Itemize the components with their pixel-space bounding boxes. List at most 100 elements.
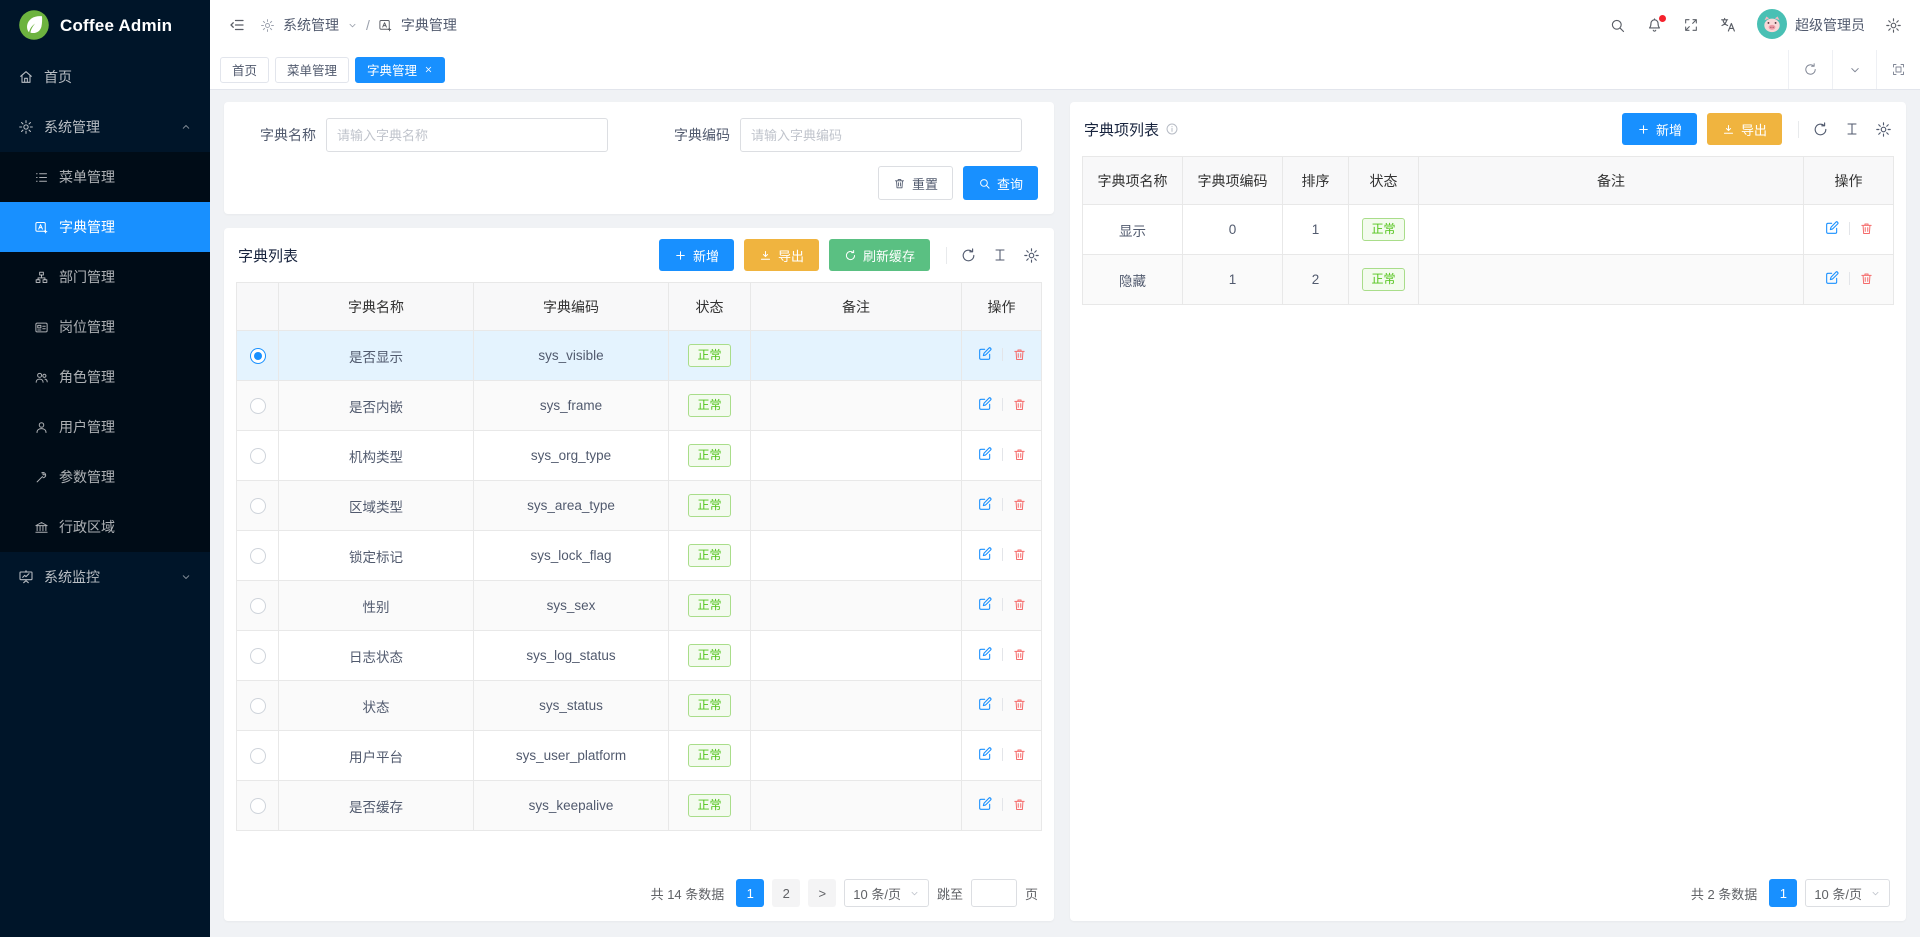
row-height-icon[interactable] bbox=[992, 247, 1008, 263]
menu-fold-icon[interactable] bbox=[228, 16, 246, 34]
sidebar-item-home[interactable]: 首页 bbox=[0, 52, 210, 102]
tab-dict-mgmt[interactable]: 字典管理 bbox=[355, 57, 445, 83]
row-radio[interactable] bbox=[250, 448, 266, 464]
page-size-select[interactable]: 10 条/页 bbox=[844, 879, 929, 907]
table-row[interactable]: 隐藏 1 2 正常 bbox=[1083, 255, 1894, 305]
edit-icon[interactable] bbox=[977, 696, 993, 712]
delete-icon[interactable] bbox=[1012, 597, 1027, 612]
brand[interactable]: Coffee Admin bbox=[0, 0, 210, 52]
delete-icon[interactable] bbox=[1012, 797, 1027, 812]
export-dict-button[interactable]: 导出 bbox=[744, 239, 819, 271]
sidebar-item-role-mgmt[interactable]: 角色管理 bbox=[0, 352, 210, 402]
jump-page-input[interactable] bbox=[971, 879, 1017, 907]
refresh-tabs-icon[interactable] bbox=[1788, 50, 1832, 89]
tab-options-chevron-icon[interactable] bbox=[1832, 50, 1876, 89]
sidebar-item-menu-mgmt[interactable]: 菜单管理 bbox=[0, 152, 210, 202]
table-row[interactable]: 机构类型 sys_org_type 正常 bbox=[237, 431, 1042, 481]
maximize-content-icon[interactable] bbox=[1876, 50, 1920, 89]
page-button-1[interactable]: 1 bbox=[1769, 879, 1797, 907]
dict-name-input[interactable] bbox=[326, 118, 608, 152]
edit-icon[interactable] bbox=[977, 646, 993, 662]
sidebar-item-system-monitor[interactable]: 系统监控 bbox=[0, 552, 210, 602]
page-button-2[interactable]: 2 bbox=[772, 879, 800, 907]
user-menu[interactable]: 超级管理员 bbox=[1757, 9, 1865, 42]
table-row[interactable]: 用户平台 sys_user_platform 正常 bbox=[237, 731, 1042, 781]
export-dict-item-button[interactable]: 导出 bbox=[1707, 113, 1782, 145]
sidebar-item-admin-region[interactable]: 行政区域 bbox=[0, 502, 210, 552]
sidebar-item-user-mgmt[interactable]: 用户管理 bbox=[0, 402, 210, 452]
sidebar-item-label: 角色管理 bbox=[59, 367, 115, 387]
delete-icon[interactable] bbox=[1012, 497, 1027, 512]
next-page-button[interactable]: > bbox=[808, 879, 836, 907]
row-radio[interactable] bbox=[250, 748, 266, 764]
query-button[interactable]: 查询 bbox=[963, 166, 1038, 200]
column-settings-gear-icon[interactable] bbox=[1875, 121, 1892, 138]
delete-icon[interactable] bbox=[1012, 447, 1027, 462]
delete-icon[interactable] bbox=[1859, 271, 1874, 286]
table-row[interactable]: 日志状态 sys_log_status 正常 bbox=[237, 631, 1042, 681]
sidebar-item-dict-mgmt[interactable]: 字典管理 bbox=[0, 202, 210, 252]
delete-icon[interactable] bbox=[1012, 647, 1027, 662]
table-row[interactable]: 是否内嵌 sys_frame 正常 bbox=[237, 381, 1042, 431]
row-radio[interactable] bbox=[250, 798, 266, 814]
row-radio[interactable] bbox=[250, 348, 266, 364]
table-row[interactable]: 区域类型 sys_area_type 正常 bbox=[237, 481, 1042, 531]
sidebar-item-post-mgmt[interactable]: 岗位管理 bbox=[0, 302, 210, 352]
row-radio[interactable] bbox=[250, 598, 266, 614]
table-row[interactable]: 是否显示 sys_visible 正常 bbox=[237, 331, 1042, 381]
add-dict-item-button[interactable]: 新增 bbox=[1622, 113, 1697, 145]
row-radio[interactable] bbox=[250, 698, 266, 714]
tab-menu-mgmt[interactable]: 菜单管理 bbox=[275, 57, 349, 83]
sidebar-item-param-mgmt[interactable]: 参数管理 bbox=[0, 452, 210, 502]
search-icon[interactable] bbox=[1609, 17, 1626, 34]
edit-icon[interactable] bbox=[977, 446, 993, 462]
delete-icon[interactable] bbox=[1859, 221, 1874, 236]
refresh-table-icon[interactable] bbox=[960, 247, 977, 264]
edit-icon[interactable] bbox=[977, 596, 993, 612]
page-size-select[interactable]: 10 条/页 bbox=[1805, 879, 1890, 907]
delete-icon[interactable] bbox=[1012, 697, 1027, 712]
reset-button[interactable]: 重置 bbox=[878, 166, 953, 200]
edit-icon[interactable] bbox=[977, 796, 993, 812]
settings-gear-icon[interactable] bbox=[1885, 17, 1902, 34]
edit-icon[interactable] bbox=[1824, 270, 1840, 286]
edit-icon[interactable] bbox=[1824, 220, 1840, 236]
close-icon[interactable] bbox=[424, 65, 433, 74]
row-radio[interactable] bbox=[250, 648, 266, 664]
table-row[interactable]: 是否缓存 sys_keepalive 正常 bbox=[237, 781, 1042, 831]
table-row[interactable]: 显示 0 1 正常 bbox=[1083, 205, 1894, 255]
row-radio[interactable] bbox=[250, 498, 266, 514]
refresh-table-icon[interactable] bbox=[1812, 121, 1829, 138]
page-button-1[interactable]: 1 bbox=[736, 879, 764, 907]
breadcrumb-level2[interactable]: 字典管理 bbox=[401, 15, 457, 35]
column-settings-gear-icon[interactable] bbox=[1023, 247, 1040, 264]
dictionary-icon bbox=[378, 18, 393, 33]
sidebar-item-dept-mgmt[interactable]: 部门管理 bbox=[0, 252, 210, 302]
row-radio[interactable] bbox=[250, 398, 266, 414]
add-dict-button[interactable]: 新增 bbox=[659, 239, 734, 271]
delete-icon[interactable] bbox=[1012, 547, 1027, 562]
delete-icon[interactable] bbox=[1012, 397, 1027, 412]
edit-icon[interactable] bbox=[977, 546, 993, 562]
table-row[interactable]: 锁定标记 sys_lock_flag 正常 bbox=[237, 531, 1042, 581]
delete-icon[interactable] bbox=[1012, 747, 1027, 762]
breadcrumb-level1[interactable]: 系统管理 bbox=[283, 15, 339, 35]
bell-icon[interactable] bbox=[1646, 17, 1663, 34]
refresh-cache-button[interactable]: 刷新缓存 bbox=[829, 239, 930, 271]
row-radio[interactable] bbox=[250, 548, 266, 564]
info-icon[interactable] bbox=[1165, 122, 1179, 136]
fullscreen-icon[interactable] bbox=[1683, 17, 1699, 33]
sidebar-item-system-mgmt[interactable]: 系统管理 bbox=[0, 102, 210, 152]
edit-icon[interactable] bbox=[977, 746, 993, 762]
translate-icon[interactable] bbox=[1719, 16, 1737, 34]
row-height-icon[interactable] bbox=[1844, 121, 1860, 137]
edit-icon[interactable] bbox=[977, 396, 993, 412]
table-row[interactable]: 性别 sys_sex 正常 bbox=[237, 581, 1042, 631]
edit-icon[interactable] bbox=[977, 496, 993, 512]
edit-icon[interactable] bbox=[977, 346, 993, 362]
tab-home[interactable]: 首页 bbox=[220, 57, 269, 83]
dict-item-pagination: 共 2 条数据 1 10 条/页 bbox=[1070, 865, 1906, 921]
table-row[interactable]: 状态 sys_status 正常 bbox=[237, 681, 1042, 731]
dict-code-input[interactable] bbox=[740, 118, 1022, 152]
delete-icon[interactable] bbox=[1012, 347, 1027, 362]
